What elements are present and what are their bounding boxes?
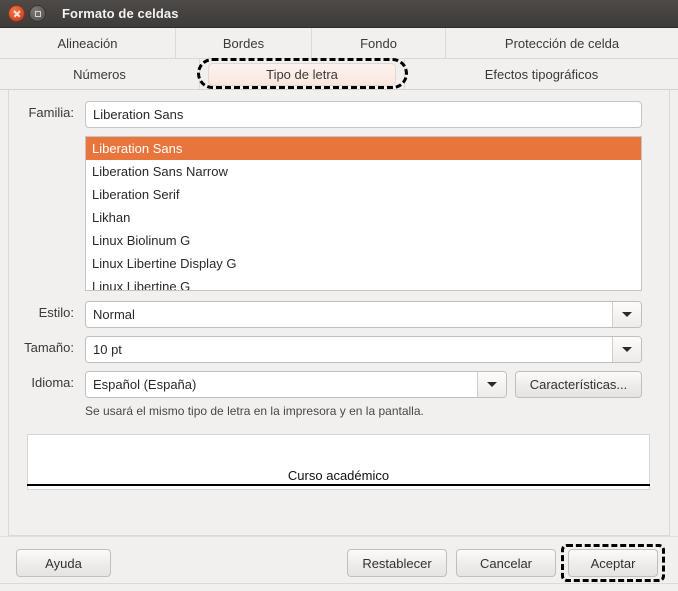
- idioma-dropdown[interactable]: Español (España): [85, 371, 507, 398]
- list-item[interactable]: Linux Libertine G: [86, 275, 641, 290]
- tab-efectos-label: Efectos tipográficos: [484, 66, 599, 82]
- tab-numeros-label: Números: [73, 66, 126, 82]
- list-item[interactable]: Liberation Serif: [86, 183, 641, 206]
- tab-tipo-de-letra-pill[interactable]: Tipo de letra: [208, 62, 396, 86]
- idioma-value: Español (España): [86, 372, 477, 397]
- familia-input-value: Liberation Sans: [93, 107, 184, 122]
- chevron-down-icon[interactable]: [612, 337, 641, 362]
- preview-text: Curso académico: [287, 468, 390, 483]
- preview-underline: [27, 484, 650, 486]
- tamano-label: Tamaño:: [24, 340, 74, 355]
- tab-fondo-label: Fondo: [360, 35, 397, 51]
- accept-button[interactable]: Aceptar: [568, 549, 658, 577]
- help-button[interactable]: Ayuda: [16, 549, 111, 577]
- familia-label: Familia:: [28, 105, 74, 120]
- cancel-button[interactable]: Cancelar: [456, 549, 556, 577]
- familia-input[interactable]: Liberation Sans: [85, 101, 642, 128]
- tab-bordes-label: Bordes: [222, 35, 265, 51]
- tab-proteccion-de-celda[interactable]: Protección de celda: [446, 28, 678, 58]
- idioma-label: Idioma:: [31, 375, 74, 390]
- font-family-list[interactable]: Liberation Sans Liberation Sans Narrow L…: [85, 136, 642, 291]
- tab-numeros[interactable]: Números: [0, 59, 200, 89]
- tab-tipo-de-letra-label: Tipo de letra: [266, 66, 338, 82]
- list-item[interactable]: Liberation Sans Narrow: [86, 160, 641, 183]
- window-titlebar: Formato de celdas: [0, 0, 678, 28]
- tamano-value: 10 pt: [86, 337, 612, 362]
- footer-divider: [0, 583, 678, 584]
- printer-screen-hint: Se usará el mismo tipo de letra en la im…: [85, 404, 424, 418]
- tamano-dropdown[interactable]: 10 pt: [85, 336, 642, 363]
- estilo-dropdown[interactable]: Normal: [85, 301, 642, 328]
- caracteristicas-button[interactable]: Características...: [515, 371, 642, 398]
- tab-row-1: Alineación Bordes Fondo Protección de ce…: [0, 28, 678, 59]
- tab-row-2: Números Tipo de letra Efectos tipográfic…: [0, 59, 678, 90]
- estilo-label: Estilo:: [38, 305, 74, 320]
- restore-icon[interactable]: [29, 5, 46, 22]
- reset-button[interactable]: Restablecer: [347, 549, 447, 577]
- list-item[interactable]: Linux Libertine Display G: [86, 252, 641, 275]
- tab-bordes[interactable]: Bordes: [176, 28, 312, 58]
- tab-bar: Alineación Bordes Fondo Protección de ce…: [0, 28, 678, 90]
- tab-alineacion[interactable]: Alineación: [0, 28, 176, 58]
- chevron-down-icon[interactable]: [612, 302, 641, 327]
- close-icon[interactable]: [8, 5, 25, 22]
- tab-fondo[interactable]: Fondo: [312, 28, 446, 58]
- estilo-value: Normal: [86, 302, 612, 327]
- window-title: Formato de celdas: [62, 6, 179, 21]
- list-item[interactable]: Linux Biolinum G: [86, 229, 641, 252]
- font-format-dialog: Formato de celdas Alineación Bordes Fond…: [0, 0, 678, 591]
- tab-tipo-de-letra[interactable]: Tipo de letra: [200, 59, 405, 89]
- list-item[interactable]: Liberation Sans: [86, 137, 641, 160]
- tab-proteccion-label: Protección de celda: [504, 35, 620, 51]
- chevron-down-icon[interactable]: [477, 372, 506, 397]
- tab-efectos-tipograficos[interactable]: Efectos tipográficos: [405, 59, 678, 89]
- tab-alineacion-label: Alineación: [57, 35, 118, 51]
- list-item[interactable]: Likhan: [86, 206, 641, 229]
